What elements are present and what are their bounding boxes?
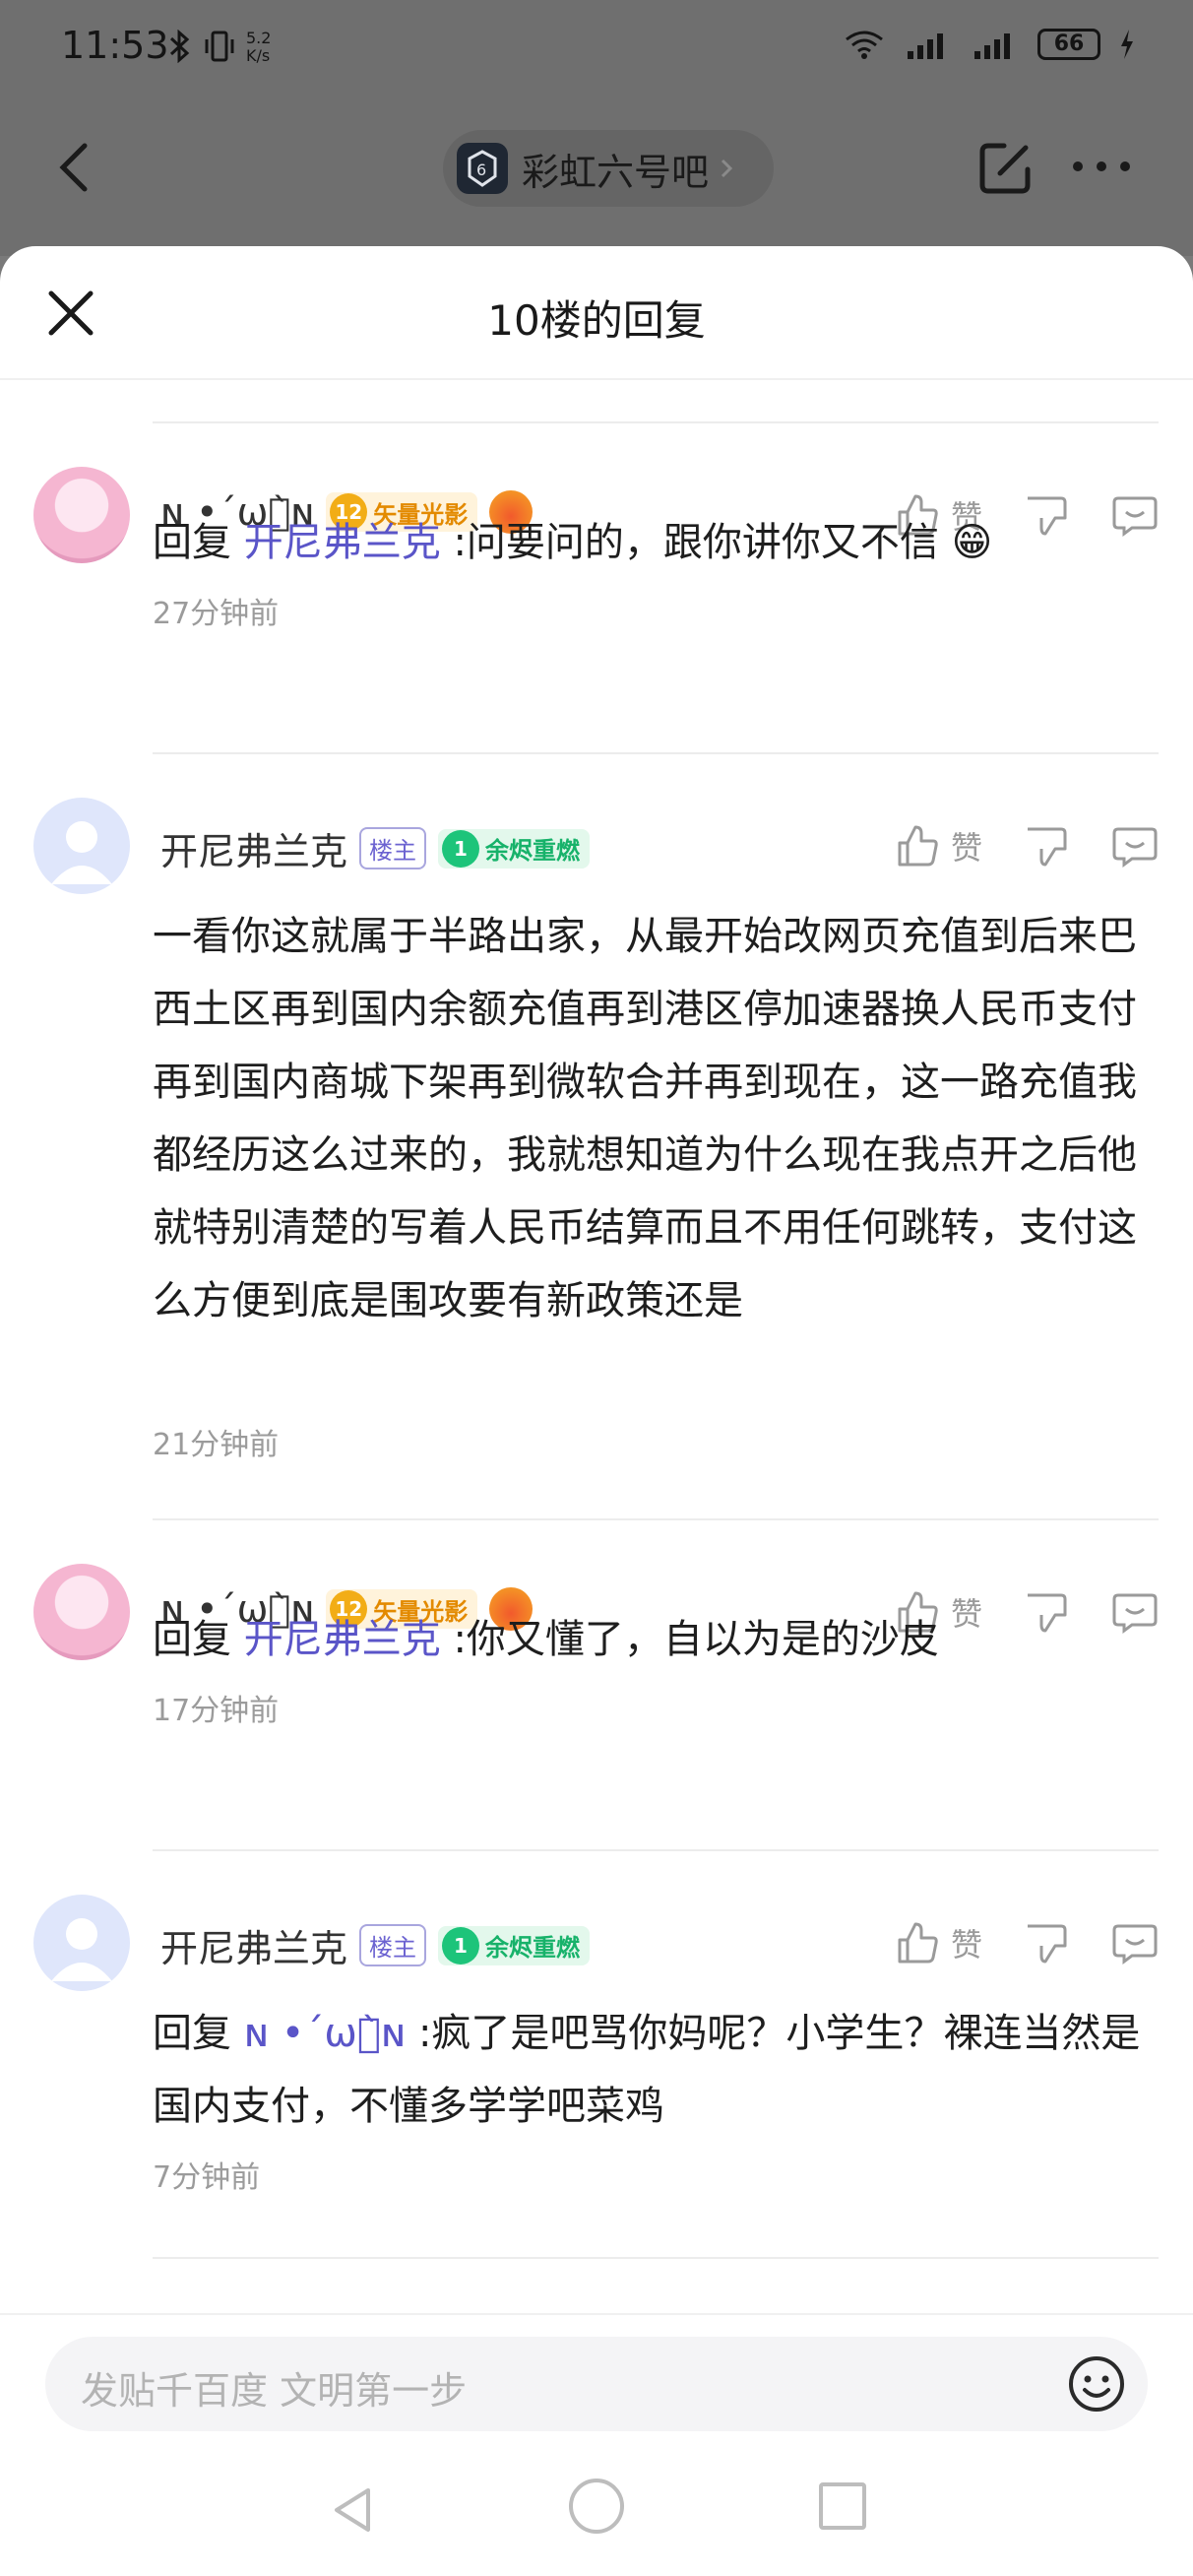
status-time: 11:53 — [61, 24, 169, 67]
reply-time: 7分钟前 — [153, 2160, 261, 2195]
divider — [153, 421, 1159, 423]
level-badge: 1 余烬重燃 — [438, 828, 591, 869]
divider — [153, 1849, 1159, 1851]
vibrate-icon — [205, 31, 234, 62]
reply-body: 回复 开尼弗兰克 :你又懂了，自以为是的沙皮 — [153, 1603, 1159, 1676]
reply-input-placeholder: 发贴千百度 文明第一步 — [81, 2369, 468, 2413]
avatar[interactable] — [33, 1564, 130, 1660]
system-back-icon[interactable] — [325, 2482, 380, 2538]
sheet-title: 10楼的回复 — [487, 296, 706, 345]
op-badge: 楼主 — [359, 827, 427, 869]
composer-bar: 发贴千百度 文明第一步 — [0, 2313, 1193, 2451]
status-bar: 11:53 5.2 K/s 66 — [0, 0, 1193, 98]
avatar[interactable] — [33, 1895, 130, 1991]
reply-actions: 赞 — [892, 821, 1160, 870]
divider — [153, 1518, 1159, 1520]
thumbs-up-icon — [898, 825, 938, 867]
level-number: 1 — [442, 829, 480, 868]
mention-link[interactable]: ɴ •´ωก̀ɴ — [244, 2011, 407, 2056]
thumbs-up-icon — [898, 1922, 938, 1964]
charging-icon — [1121, 30, 1133, 59]
level-title: 余烬重燃 — [485, 837, 581, 865]
reply-text: :问要问的，跟你讲你又不信 😁 — [453, 520, 993, 565]
mention-link[interactable]: 开尼弗兰克 — [244, 1617, 441, 1662]
wifi-icon — [846, 31, 883, 59]
comment-icon[interactable] — [1110, 821, 1160, 870]
background-app: 11:53 5.2 K/s 66 6 彩虹六号吧 — [0, 0, 1193, 256]
signal-4g-icon — [908, 33, 943, 59]
signal-4g-icon-2 — [974, 33, 1010, 59]
svg-text:6: 6 — [476, 161, 486, 179]
op-badge: 楼主 — [359, 1924, 427, 1966]
system-home-icon[interactable] — [569, 2479, 624, 2534]
edit-icon[interactable] — [974, 138, 1036, 199]
battery-indicator: 66 — [1037, 29, 1100, 60]
level-badge: 1 余烬重燃 — [438, 1925, 591, 1965]
forum-name: 彩虹六号吧 — [522, 150, 710, 194]
chevron-left-icon[interactable] — [47, 138, 106, 197]
avatar[interactable] — [33, 467, 130, 563]
replies-sheet: 10楼的回复 ɴ •´ωก̀ɴ 12 矢量光影 赞 回复 开尼弗兰克:问要问的… — [0, 246, 1193, 2576]
sheet-header: 10楼的回复 — [0, 246, 1193, 380]
comment-icon[interactable] — [1110, 1918, 1160, 1967]
net-speed: 5.2 K/s — [246, 29, 272, 65]
reply-body: 回复 开尼弗兰克 :问要问的，跟你讲你又不信 😁 — [153, 506, 1159, 579]
reply-time: 17分钟前 — [153, 1694, 280, 1728]
reply-text: :你又懂了，自以为是的沙皮 — [453, 1617, 939, 1662]
rainbow-six-logo-icon: 6 — [468, 150, 497, 187]
reply-prefix: 回复 — [153, 1617, 231, 1662]
nav-bar: 6 彩虹六号吧 — [0, 118, 1193, 226]
reply-prefix: 回复 — [153, 520, 231, 565]
reply-time: 21分钟前 — [153, 1428, 280, 1462]
thumbs-down-icon[interactable] — [1022, 821, 1071, 870]
username-row: 开尼弗兰克 楼主 1 余烬重燃 — [160, 1918, 591, 1972]
level-title: 余烬重燃 — [485, 1934, 581, 1962]
divider — [153, 752, 1159, 754]
mention-link[interactable]: 开尼弗兰克 — [244, 520, 441, 565]
bluetooth-icon — [169, 30, 190, 63]
reply-body: 一看你这就属于半路出家，从最开始改网页充值到后来巴西土区再到国内余额充值再到港区… — [153, 900, 1159, 1337]
chevron-right-icon — [721, 159, 733, 178]
divider — [153, 2257, 1159, 2259]
username[interactable]: 开尼弗兰克 — [160, 1918, 347, 1972]
reply-text: 一看你这就属于半路出家，从最开始改网页充值到后来巴西土区再到国内余额充值再到港区… — [153, 914, 1137, 1323]
reply-input[interactable]: 发贴千百度 文明第一步 — [45, 2337, 1148, 2431]
default-avatar-icon — [51, 1918, 112, 1981]
default-avatar-icon — [51, 821, 112, 884]
reply-body: 回复 ɴ •´ωก̀ɴ :疯了是吧骂你妈呢？小学生？裸连当然是国内支付，不懂多学… — [153, 1997, 1159, 2143]
status-right: 66 — [843, 28, 1136, 61]
username-row: 开尼弗兰克 楼主 1 余烬重燃 — [160, 821, 591, 875]
thumbs-down-icon[interactable] — [1022, 1918, 1071, 1967]
level-number: 1 — [442, 1926, 480, 1964]
reply-prefix: 回复 — [153, 2011, 231, 2056]
emoji-icon[interactable] — [1065, 2352, 1128, 2415]
like-label: 赞 — [950, 1926, 982, 1964]
avatar[interactable] — [33, 798, 130, 894]
reply-time: 27分钟前 — [153, 597, 280, 631]
system-nav-bar — [0, 2451, 1193, 2576]
like-button[interactable]: 赞 — [892, 821, 982, 870]
like-label: 赞 — [950, 829, 982, 867]
like-button[interactable]: 赞 — [892, 1918, 982, 1967]
forum-chip[interactable]: 6 彩虹六号吧 — [443, 130, 774, 207]
username[interactable]: 开尼弗兰克 — [160, 821, 347, 875]
system-recents-icon[interactable] — [819, 2482, 866, 2530]
status-left-icons — [165, 30, 236, 63]
more-icon[interactable] — [1073, 161, 1130, 171]
forum-logo: 6 — [457, 143, 508, 194]
reply-actions: 赞 — [892, 1918, 1160, 1967]
